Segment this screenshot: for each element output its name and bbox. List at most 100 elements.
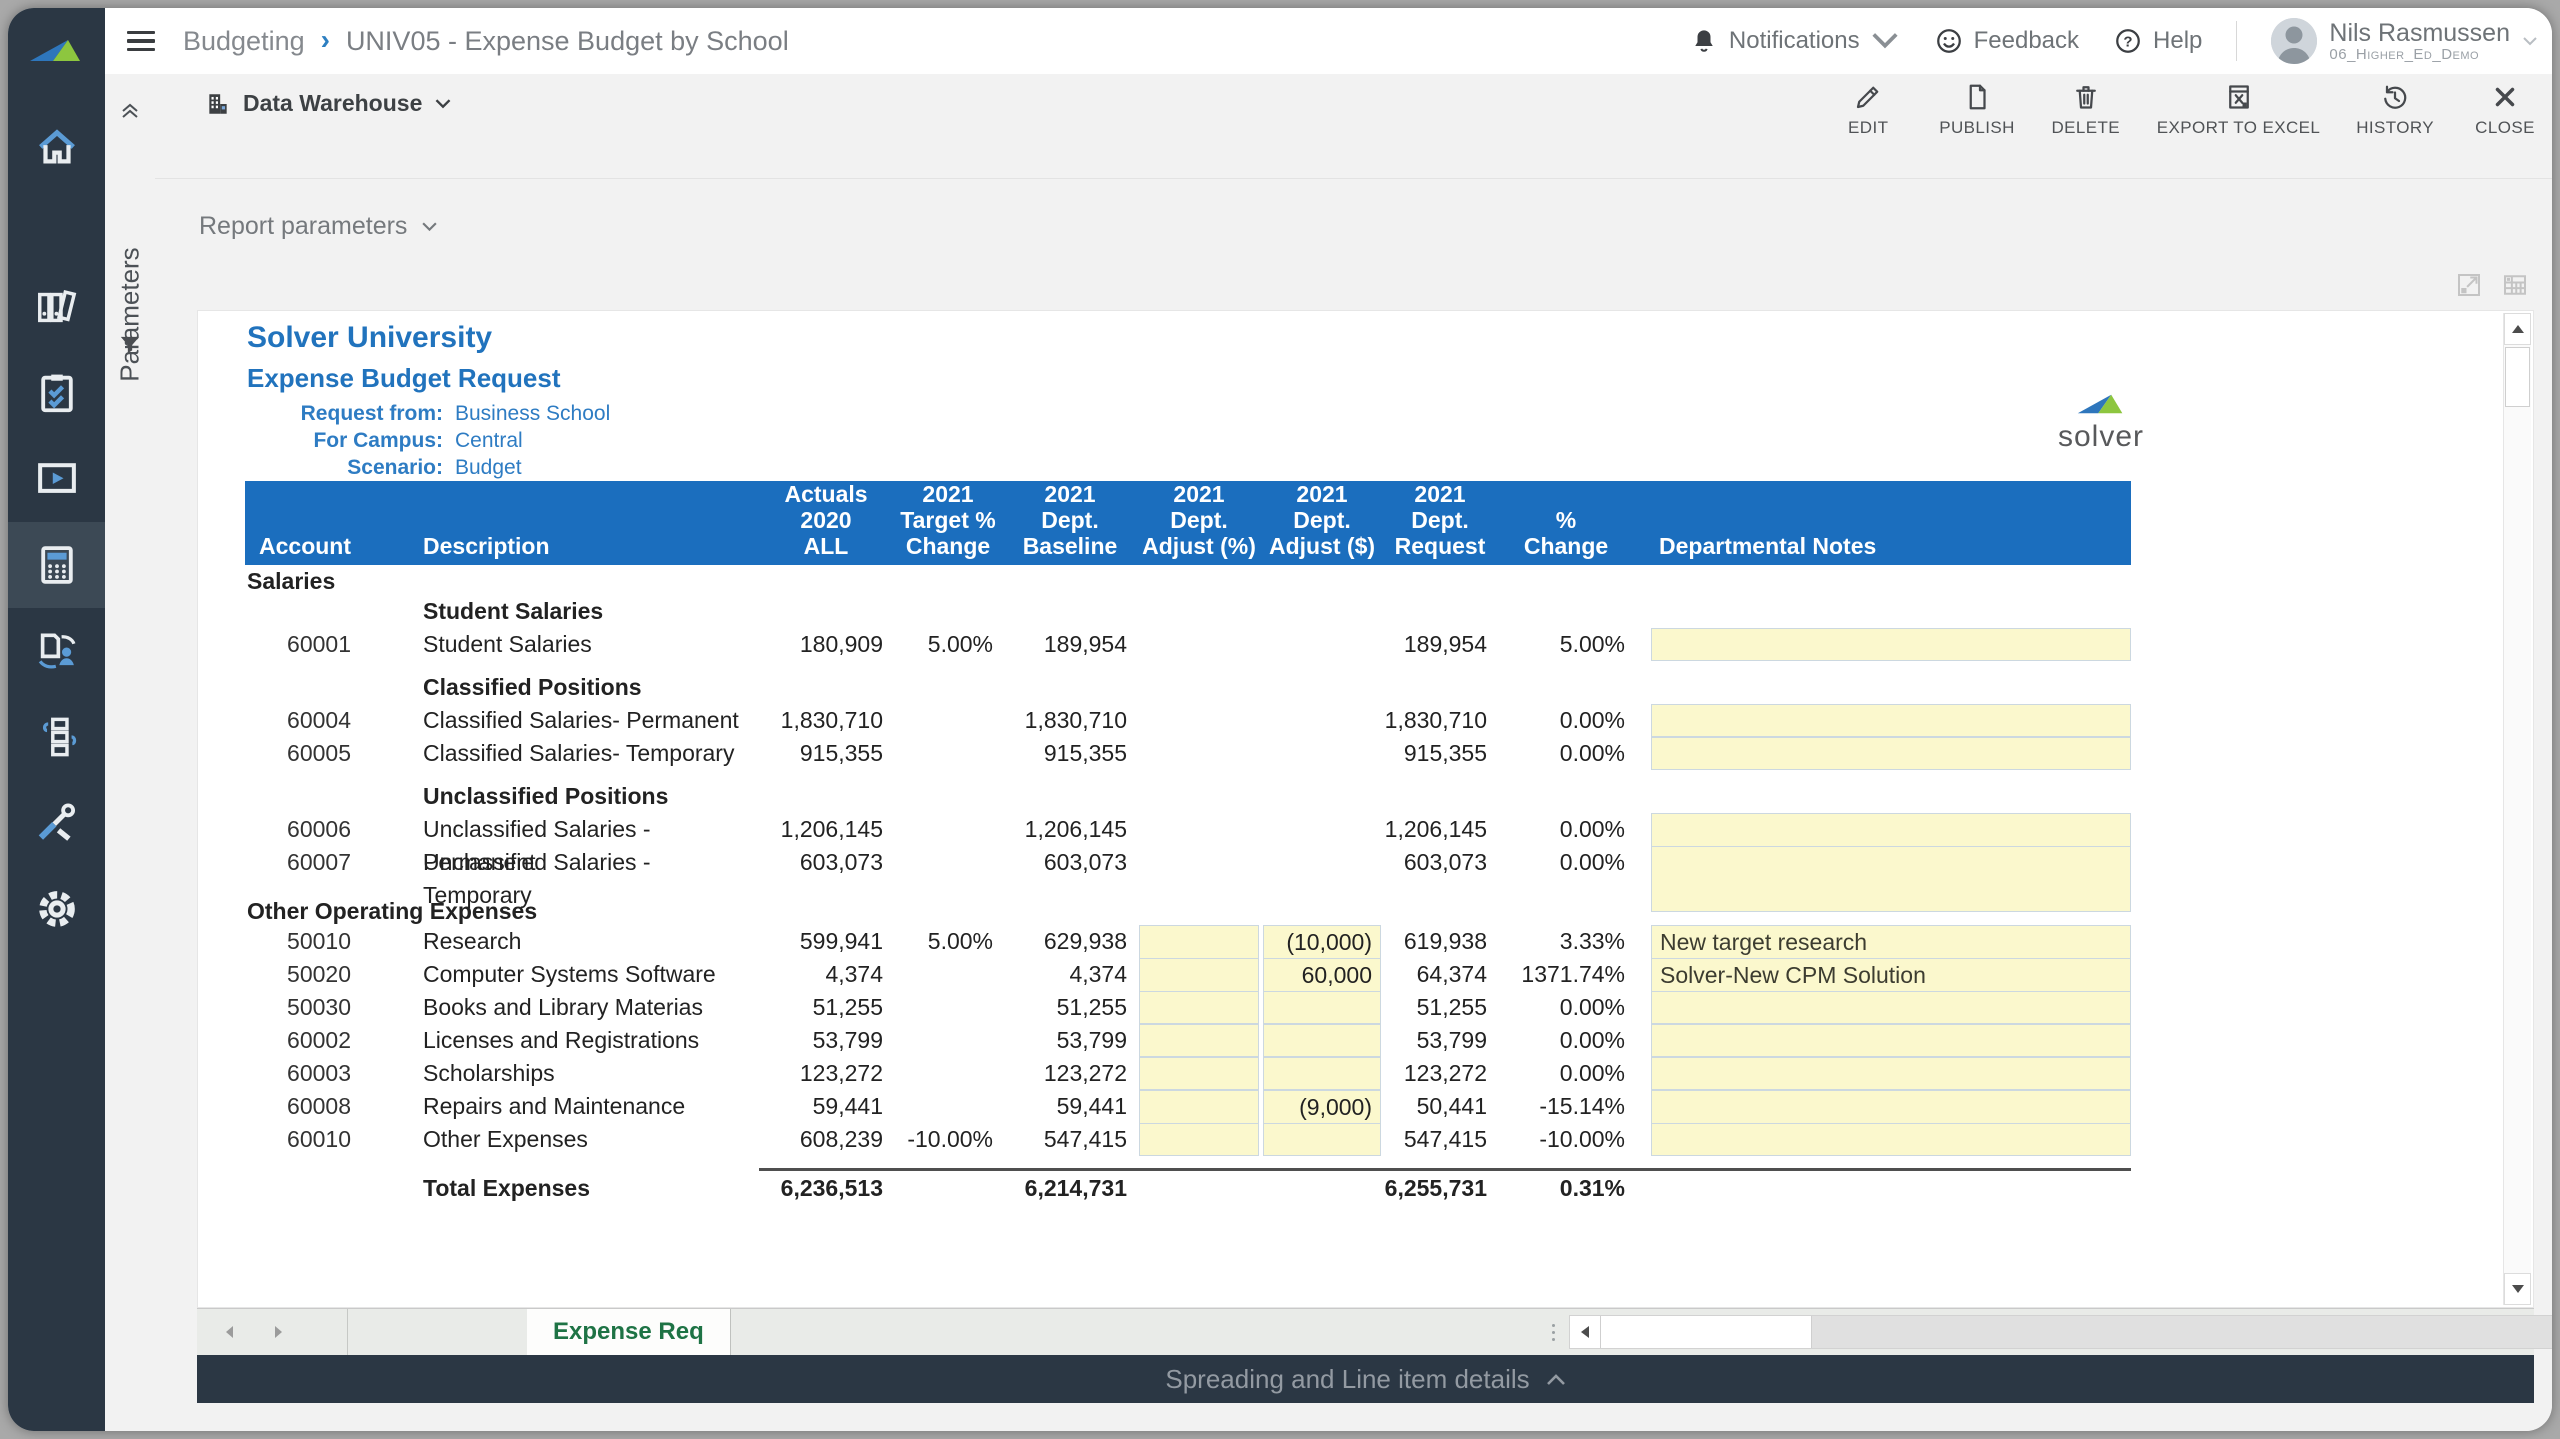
report-parameters-toggle[interactable]: Report parameters	[199, 212, 438, 241]
filter-funnel-icon[interactable]	[105, 332, 155, 358]
pct-change-cell: 0.00%	[1497, 737, 1635, 770]
dept-note-input[interactable]	[1651, 1057, 2131, 1090]
dept-note-input[interactable]	[1651, 737, 2131, 770]
adjust-pct-input[interactable]	[1139, 1090, 1259, 1125]
total-baseline-cell: 6,214,731	[1003, 1168, 1137, 1212]
scroll-left-icon[interactable]	[1570, 1316, 1600, 1348]
adjust-usd-input[interactable]: (10,000)	[1263, 925, 1381, 960]
table-row-subsection: Unclassified Positions	[245, 780, 2131, 813]
sidebar-item-clipboard-tasks[interactable]	[8, 350, 105, 436]
request-cell: 189,954	[1383, 628, 1497, 661]
description-cell: Other Expenses	[365, 1123, 759, 1156]
report-subtitle: Expense Budget Request	[247, 363, 610, 394]
meta-label: For Campus:	[247, 427, 443, 454]
user-menu[interactable]: Nils Rasmussen 06_Higher_Ed_Demo	[2271, 18, 2538, 64]
scroll-up-icon[interactable]	[2504, 313, 2531, 345]
account-cell: 60003	[245, 1057, 365, 1090]
dept-note-input[interactable]: New target research	[1651, 925, 2131, 960]
column-header: Description	[365, 481, 759, 566]
adjust-pct-input[interactable]	[1139, 1057, 1259, 1090]
scroll-down-icon[interactable]	[2504, 1273, 2531, 1305]
edit-button[interactable]: EDIT	[1833, 82, 1903, 138]
history-button[interactable]: HISTORY	[2356, 82, 2434, 138]
sheet-tab-expense-req[interactable]: Expense Req	[527, 1309, 731, 1355]
details-bar-label: Spreading and Line item details	[1165, 1364, 1529, 1395]
dept-note-input[interactable]	[1651, 1090, 2131, 1125]
popout-icon[interactable]	[2454, 270, 2484, 300]
adjust-pct-input[interactable]	[1139, 1024, 1259, 1057]
vertical-scrollbar[interactable]	[2503, 313, 2531, 1305]
dept-note-input[interactable]	[1651, 1024, 2131, 1057]
actuals-cell: 1,830,710	[759, 704, 893, 737]
request-cell: 53,799	[1383, 1024, 1497, 1057]
sidebar-item-binders[interactable]	[8, 264, 105, 350]
dept-note-input[interactable]	[1651, 628, 2131, 661]
export-to-excel-button[interactable]: EXPORT TO EXCEL	[2157, 82, 2320, 138]
dept-note-input[interactable]	[1651, 846, 2131, 912]
pct-change-cell: 1371.74%	[1497, 958, 1635, 993]
parameters-panel-label[interactable]: Parameters	[115, 247, 146, 381]
toolbar-button-label: PUBLISH	[1939, 118, 2015, 138]
report-title: Solver University	[247, 321, 610, 355]
notifications-button[interactable]: Notifications	[1689, 26, 1900, 56]
sidebar-item-tools[interactable]	[8, 780, 105, 866]
dept-note-input[interactable]	[1651, 1123, 2131, 1156]
baseline-cell: 123,272	[1003, 1057, 1137, 1090]
baseline-cell: 915,355	[1003, 737, 1137, 770]
adjust-usd-input[interactable]: (9,000)	[1263, 1090, 1381, 1125]
baseline-cell: 4,374	[1003, 958, 1137, 993]
request-cell: 123,272	[1383, 1057, 1497, 1090]
adjust-usd-input[interactable]	[1263, 1024, 1381, 1057]
menu-icon[interactable]	[127, 31, 155, 51]
spreading-details-expander[interactable]: Spreading and Line item details	[197, 1355, 2534, 1403]
breadcrumb-section[interactable]: Budgeting	[183, 26, 305, 57]
adjust-usd-input[interactable]	[1263, 1057, 1381, 1090]
table-row-total: Total Expenses6,236,5136,214,7316,255,73…	[245, 1168, 2131, 1212]
sidebar-item-calculator[interactable]	[8, 522, 105, 608]
table-row-item: 60003Scholarships123,272123,272123,2720.…	[245, 1057, 2131, 1090]
adjust-pct-input[interactable]	[1139, 925, 1259, 960]
adjust-usd-input[interactable]	[1263, 1123, 1381, 1156]
dept-note-input[interactable]: Solver-New CPM Solution	[1651, 958, 2131, 993]
adjust-pct-input[interactable]	[1139, 991, 1259, 1024]
table-row-item: 50030Books and Library Materias51,25551,…	[245, 991, 2131, 1024]
section-label: Other Operating Expenses	[245, 895, 1635, 927]
feedback-button[interactable]: Feedback	[1934, 26, 2079, 56]
delete-button[interactable]: DELETE	[2051, 82, 2121, 138]
expand-panel-icon[interactable]	[105, 100, 155, 124]
feedback-label: Feedback	[1974, 27, 2079, 55]
breadcrumb: Budgeting › UNIV05 - Expense Budget by S…	[183, 25, 789, 57]
close-button[interactable]: CLOSE	[2470, 82, 2540, 138]
adjust-pct-input	[1137, 628, 1261, 661]
adjust-usd-input[interactable]: 60,000	[1263, 958, 1381, 993]
next-sheet-icon[interactable]	[273, 1324, 285, 1340]
column-gap	[1635, 1024, 1651, 1057]
horizontal-scrollbar[interactable]	[1569, 1315, 2552, 1349]
column-gap	[1635, 737, 1651, 770]
dept-note-input[interactable]	[1651, 991, 2131, 1024]
request-cell: 64,374	[1383, 958, 1497, 993]
publish-button[interactable]: PUBLISH	[1939, 82, 2015, 138]
help-button[interactable]: ? Help	[2113, 26, 2202, 56]
adjust-usd-input[interactable]	[1263, 991, 1381, 1024]
horizontal-scroll-thumb[interactable]	[1600, 1316, 1812, 1348]
sidebar-item-document-person[interactable]	[8, 608, 105, 694]
adjust-pct-input[interactable]	[1139, 1123, 1259, 1156]
vertical-scroll-thumb[interactable]	[2505, 347, 2530, 407]
adjust-pct-input[interactable]	[1139, 958, 1259, 993]
sidebar-item-workflow[interactable]	[8, 694, 105, 780]
sidebar-item-presentation[interactable]	[8, 436, 105, 522]
pane-splitter-handle[interactable]	[1549, 1318, 1557, 1346]
sidebar-item-gear[interactable]	[8, 866, 105, 952]
data-source-dropdown[interactable]: Data Warehouse	[205, 90, 452, 117]
target-change-cell	[893, 1090, 1003, 1125]
table-row-item: 60001Student Salaries180,9095.00%189,954…	[245, 628, 2131, 661]
prev-sheet-icon[interactable]	[223, 1324, 235, 1340]
table-row-item: 60002Licenses and Registrations53,79953,…	[245, 1024, 2131, 1057]
table-view-icon[interactable]	[2500, 270, 2530, 300]
presentation-icon	[34, 456, 80, 502]
dept-note-input[interactable]	[1651, 704, 2131, 737]
solver-logo-icon[interactable]	[8, 20, 105, 80]
pct-change-cell: 0.00%	[1497, 704, 1635, 737]
sidebar-item-home[interactable]	[8, 105, 105, 191]
